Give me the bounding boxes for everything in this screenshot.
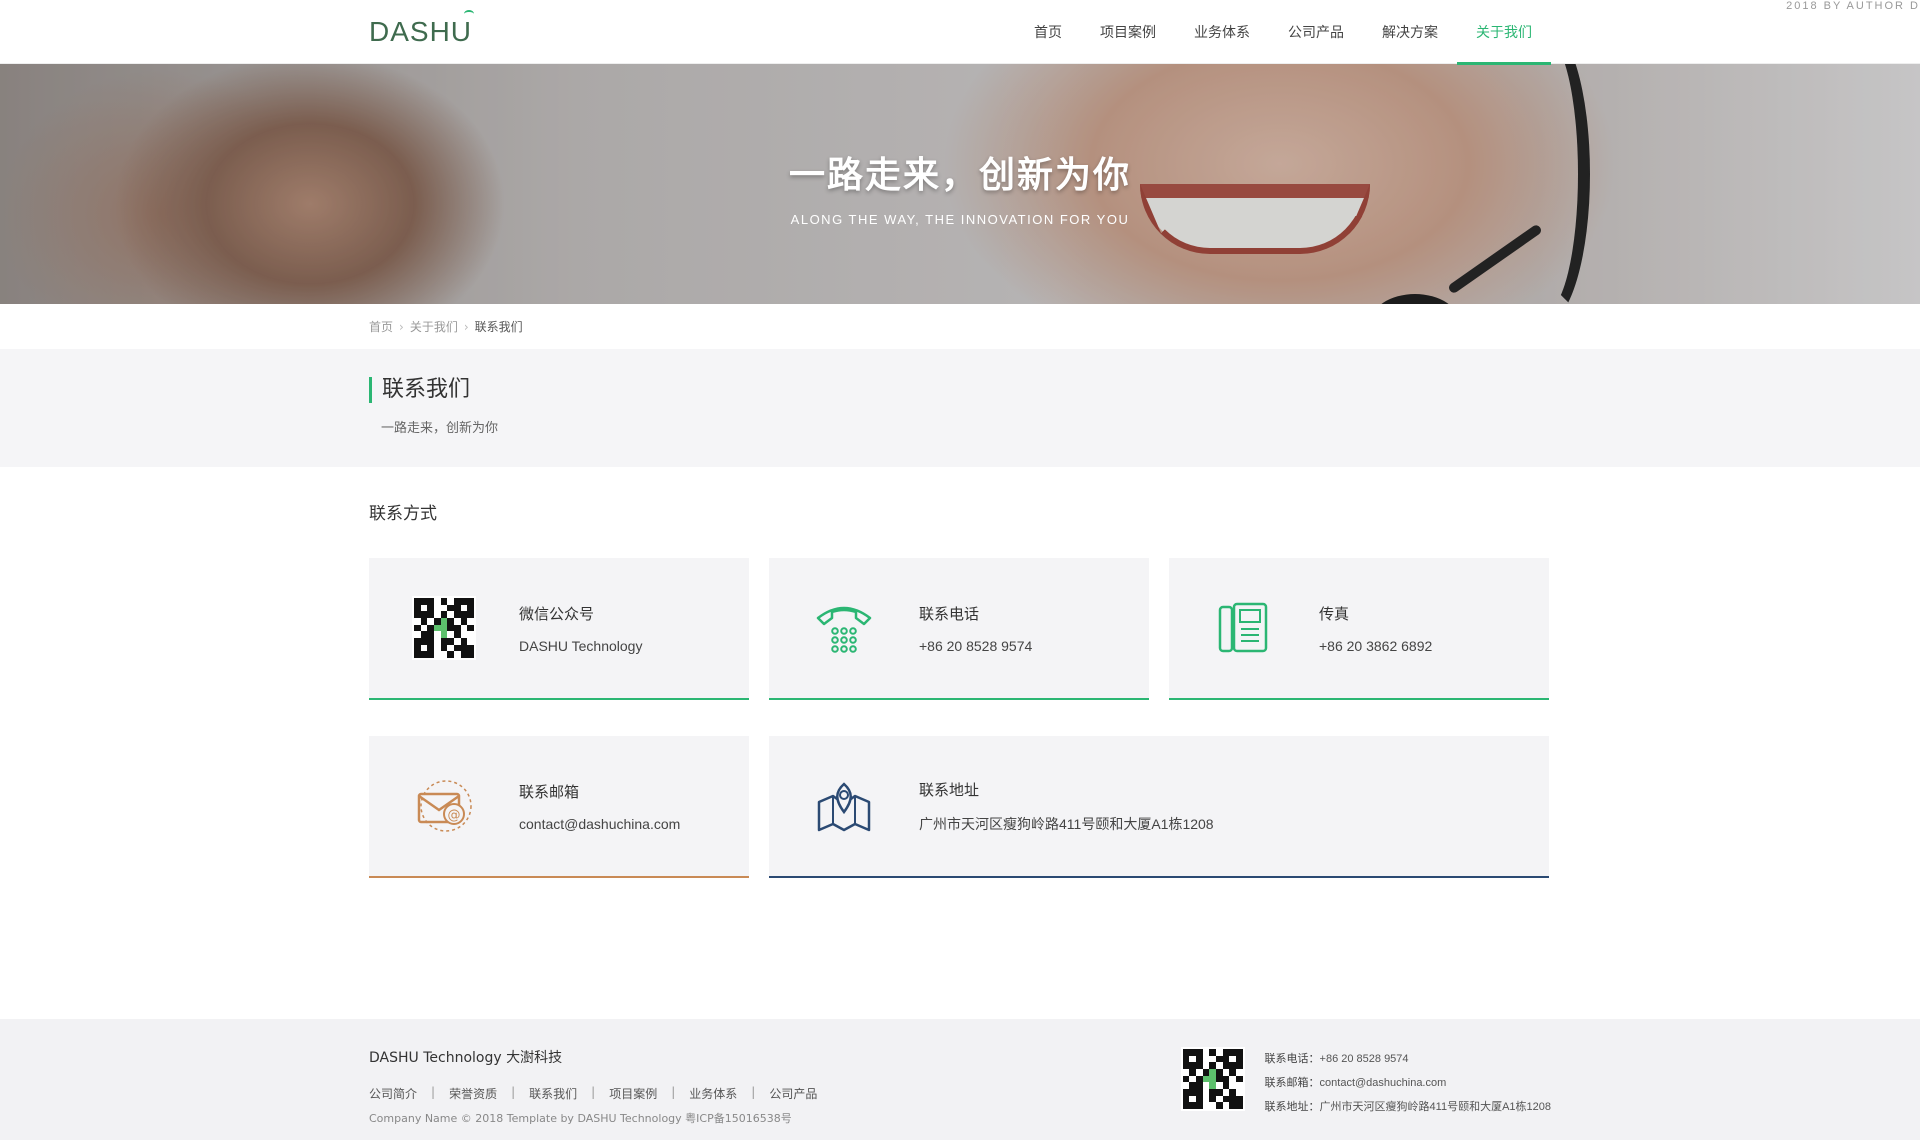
- contact-card-phone: 联系电话 +86 20 8528 9574: [769, 558, 1149, 700]
- author-tag: 2018 BY AUTHOR D: [1786, 0, 1920, 12]
- footer-brand: DASHU Technology 大澍科技: [369, 1050, 563, 1066]
- footer-divider: |: [431, 1085, 436, 1099]
- footer-link-intro[interactable]: 公司简介: [369, 1085, 417, 1102]
- card-label: 传真: [1319, 604, 1350, 623]
- fax-icon: [1209, 593, 1279, 663]
- card-label: 微信公众号: [519, 604, 595, 623]
- page-subtitle: 一路走来，创新为你: [381, 421, 499, 436]
- footer-phone-label: 联系电话：: [1264, 1053, 1320, 1065]
- card-value: DASHU Technology: [519, 637, 643, 654]
- nav-item-business[interactable]: 业务体系: [1175, 0, 1269, 64]
- footer-link-contact[interactable]: 联系我们: [529, 1085, 577, 1102]
- card-value: 广州市天河区瘦狗岭路411号颐和大厦A1栋1208: [919, 815, 1214, 832]
- footer-link-products[interactable]: 公司产品: [769, 1085, 817, 1102]
- contact-card-wechat: 微信公众号 DASHU Technology: [369, 558, 749, 700]
- nav-item-about[interactable]: 关于我们: [1457, 0, 1551, 65]
- section-header: 联系我们 一路走来，创新为你: [0, 349, 1920, 467]
- card-value[interactable]: contact@dashuchina.com: [519, 816, 680, 832]
- main-nav: 首页 项目案例 业务体系 公司产品 解决方案 关于我们: [1015, 0, 1551, 65]
- chevron-right-icon: ›: [463, 319, 469, 334]
- banner-title: 一路走来，创新为你: [788, 155, 1131, 196]
- telephone-icon: [809, 593, 879, 663]
- hero-banner: 一路走来，创新为你 ALONG THE WAY, THE INNOVATION …: [0, 64, 1920, 304]
- contact-card-fax: 传真 +86 20 3862 6892: [1169, 558, 1549, 700]
- site-header: 2018 BY AUTHOR D DASHU 首页 项目案例 业务体系 公司产品…: [0, 0, 1920, 65]
- breadcrumb-parent[interactable]: 关于我们: [410, 318, 458, 335]
- footer-address-label: 联系地址：: [1264, 1101, 1320, 1113]
- footer-address: 广州市天河区瘦狗岭路411号颐和大厦A1栋1208: [1319, 1101, 1551, 1113]
- nav-item-projects[interactable]: 项目案例: [1081, 0, 1175, 64]
- email-icon: @: [409, 771, 479, 841]
- contact-card-address: 联系地址 广州市天河区瘦狗岭路411号颐和大厦A1栋1208: [769, 736, 1549, 878]
- footer-qr-code-icon: [1180, 1047, 1245, 1111]
- contact-cards: 微信公众号 DASHU Technology 联系电话 +86 20 8528 …: [369, 558, 1551, 878]
- contact-section: 联系方式 微信公众号 DASHU Technology 联系电话 +86 20 …: [369, 467, 1551, 878]
- nav-item-solutions[interactable]: 解决方案: [1363, 0, 1457, 64]
- footer-email-label: 联系邮箱：: [1264, 1077, 1320, 1089]
- footer-link-projects[interactable]: 项目案例: [609, 1085, 657, 1102]
- logo-text: DASHU: [369, 16, 473, 47]
- banner-subtitle: ALONG THE WAY, THE INNOVATION FOR YOU: [790, 212, 1130, 227]
- qr-code-icon: [409, 593, 479, 663]
- breadcrumb-home[interactable]: 首页: [369, 318, 393, 335]
- contact-card-email: @ 联系邮箱 contact@dashuchina.com: [369, 736, 749, 878]
- card-label: 联系地址: [919, 780, 980, 799]
- breadcrumb-current: 联系我们: [474, 320, 523, 334]
- card-value: +86 20 3862 6892: [1319, 637, 1433, 654]
- chevron-right-icon: ›: [399, 319, 404, 334]
- footer-email[interactable]: contact@dashuchina.com: [1320, 1077, 1447, 1089]
- card-label: 联系电话: [919, 604, 980, 623]
- footer-link-business[interactable]: 业务体系: [689, 1085, 737, 1102]
- footer-links: 公司简介 | 荣誉资质 | 联系我们 | 项目案例 | 业务体系 | 公司产品: [369, 1085, 817, 1102]
- banner-text: 一路走来，创新为你 ALONG THE WAY, THE INNOVATION …: [0, 146, 1920, 227]
- svg-text:@: @: [448, 808, 461, 823]
- card-label: 联系邮箱: [519, 782, 580, 801]
- footer-link-honors[interactable]: 荣誉资质: [449, 1085, 497, 1102]
- map-icon: [809, 771, 879, 841]
- breadcrumb: 首页 › 关于我们 › 联系我们: [369, 304, 1551, 349]
- site-logo[interactable]: DASHU: [369, 10, 475, 48]
- footer-divider: |: [591, 1085, 596, 1099]
- footer-divider: |: [671, 1085, 676, 1099]
- footer-contact-info: 联系电话：+86 20 8528 9574 联系邮箱：contact@dashu…: [1265, 1047, 1551, 1126]
- footer-divider: |: [751, 1085, 756, 1099]
- footer-phone[interactable]: +86 20 8528 9574: [1320, 1053, 1409, 1065]
- footer-copyright: Company Name © 2018 Template by DASHU Te…: [369, 1112, 792, 1125]
- contact-heading: 联系方式: [369, 504, 437, 524]
- nav-item-home[interactable]: 首页: [1015, 0, 1081, 64]
- site-footer: DASHU Technology 大澍科技 公司简介 | 荣誉资质 | 联系我们…: [0, 1019, 1920, 1140]
- nav-item-products[interactable]: 公司产品: [1269, 0, 1363, 64]
- card-value[interactable]: +86 20 8528 9574: [919, 638, 1032, 654]
- footer-divider: |: [511, 1085, 516, 1099]
- page-title: 联系我们: [369, 377, 1551, 403]
- logo-accent-icon: [464, 10, 475, 18]
